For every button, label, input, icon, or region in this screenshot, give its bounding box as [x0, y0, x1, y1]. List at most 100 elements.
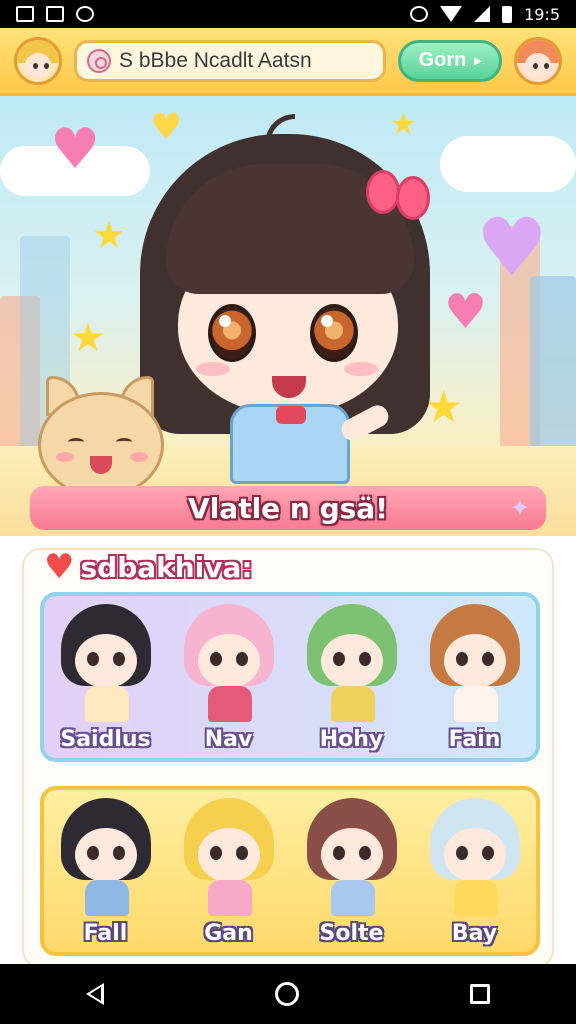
- navigation-bar: [0, 964, 576, 1024]
- character-body: [207, 880, 252, 916]
- gallery-icon: [46, 6, 64, 22]
- search-icon: [87, 48, 111, 73]
- character-name: Saidlus: [60, 727, 151, 752]
- character-eye: [235, 846, 248, 860]
- character-card[interactable]: Saidlus: [51, 598, 161, 752]
- blush: [196, 362, 230, 376]
- character-card[interactable]: Nav: [174, 598, 284, 752]
- signal-icon: [474, 6, 491, 22]
- character-eye: [455, 846, 468, 860]
- character-face: [197, 828, 260, 882]
- eye: [310, 304, 358, 362]
- character-eye: [481, 652, 494, 666]
- status-right: 19:5: [410, 5, 560, 24]
- action-button[interactable]: Gorn ▸: [398, 39, 502, 82]
- character-eye: [358, 652, 371, 666]
- character-name: Fain: [448, 727, 501, 752]
- character-eye: [332, 846, 345, 860]
- wifi-icon: [440, 6, 463, 22]
- profile-avatar[interactable]: [514, 36, 562, 85]
- character-name: Bay: [451, 921, 498, 946]
- blush: [344, 362, 378, 376]
- eye: [208, 304, 256, 362]
- character-face: [443, 828, 506, 882]
- image-icon: [16, 6, 34, 22]
- character-name: Hohy: [319, 727, 384, 752]
- action-button-label: Gorn: [418, 49, 467, 71]
- character-row-2: Fall Gan Solte Bay: [40, 786, 540, 956]
- character-eye: [112, 652, 125, 666]
- character-card[interactable]: Fall: [51, 792, 161, 946]
- avatar-eye: [33, 62, 38, 69]
- character-face: [443, 634, 506, 688]
- character-eye: [86, 846, 99, 860]
- star-icon: ★: [70, 315, 106, 361]
- character-body: [453, 880, 498, 916]
- recent-apps-icon[interactable]: [470, 984, 491, 1004]
- character-name: Nav: [204, 727, 253, 752]
- cat-eye: [68, 438, 84, 446]
- cat-cheek: [130, 452, 148, 462]
- status-time: 19:5: [524, 4, 560, 24]
- character-name: Solte: [319, 921, 384, 946]
- avatar[interactable]: [14, 36, 62, 85]
- star-icon: ★: [92, 213, 127, 257]
- character-card[interactable]: Hohy: [297, 598, 407, 752]
- home-icon[interactable]: [274, 982, 299, 1006]
- search-input[interactable]: S bBbe Ncadlt Aatsn: [74, 39, 386, 82]
- character-eye: [481, 846, 494, 860]
- heart-icon: ♥: [444, 284, 488, 340]
- character-row-1: Saidlus Nav Hohy Fain: [40, 592, 540, 762]
- character-eye: [235, 652, 248, 666]
- character-card[interactable]: Fain: [420, 598, 530, 752]
- character-eye: [332, 652, 345, 666]
- character-eye: [209, 846, 222, 860]
- character-card[interactable]: Gan: [174, 792, 284, 946]
- character-face: [320, 828, 383, 882]
- bow-tie: [276, 406, 306, 424]
- character-eye: [358, 846, 371, 860]
- character-name: Fall: [83, 921, 128, 946]
- back-icon[interactable]: [85, 983, 104, 1005]
- main-character: [140, 114, 440, 484]
- character-body: [84, 686, 129, 722]
- character-body: [84, 880, 129, 916]
- cat-eye: [116, 438, 132, 446]
- section-title: sdbakhiva:: [80, 550, 253, 584]
- avatar-eye: [533, 62, 538, 69]
- cat-cheek: [56, 452, 74, 462]
- character-card[interactable]: Solte: [297, 792, 407, 946]
- heart-icon: ♥: [50, 117, 101, 182]
- character-body: [453, 686, 498, 722]
- character-card[interactable]: Bay: [420, 792, 530, 946]
- status-left: [16, 6, 94, 22]
- avatar-eye: [544, 62, 549, 69]
- heart-icon: ♥: [476, 201, 548, 294]
- character-body: [330, 686, 375, 722]
- alarm-icon: [410, 6, 429, 22]
- character-face: [320, 634, 383, 688]
- welcome-banner: Vlatle n gsä! ✦: [30, 486, 546, 530]
- character-eye: [112, 846, 125, 860]
- section-header: ♥ sdbakhiva:: [44, 550, 253, 584]
- hair-bow: [366, 170, 438, 220]
- character-eye: [86, 652, 99, 666]
- character-eye: [455, 652, 468, 666]
- cat-head: [38, 392, 164, 498]
- chevron-right-icon: ▸: [474, 52, 482, 68]
- heart-icon: ♥: [44, 547, 75, 587]
- cloud-icon: [76, 6, 94, 22]
- character-name: Gan: [204, 921, 253, 946]
- character-face: [74, 634, 137, 688]
- avatar-eye: [44, 62, 49, 69]
- status-bar: 19:5: [0, 0, 576, 28]
- character-body: [207, 686, 252, 722]
- character-body: [330, 880, 375, 916]
- character-eye: [209, 652, 222, 666]
- search-value: S bBbe Ncadlt Aatsn: [119, 48, 312, 72]
- character-panel: ♥ sdbakhiva: Saidlus Nav Hohy Fain Fall …: [22, 548, 554, 968]
- character-face: [74, 828, 137, 882]
- cloud: [440, 136, 576, 192]
- battery-icon: [502, 5, 513, 23]
- character-face: [197, 634, 260, 688]
